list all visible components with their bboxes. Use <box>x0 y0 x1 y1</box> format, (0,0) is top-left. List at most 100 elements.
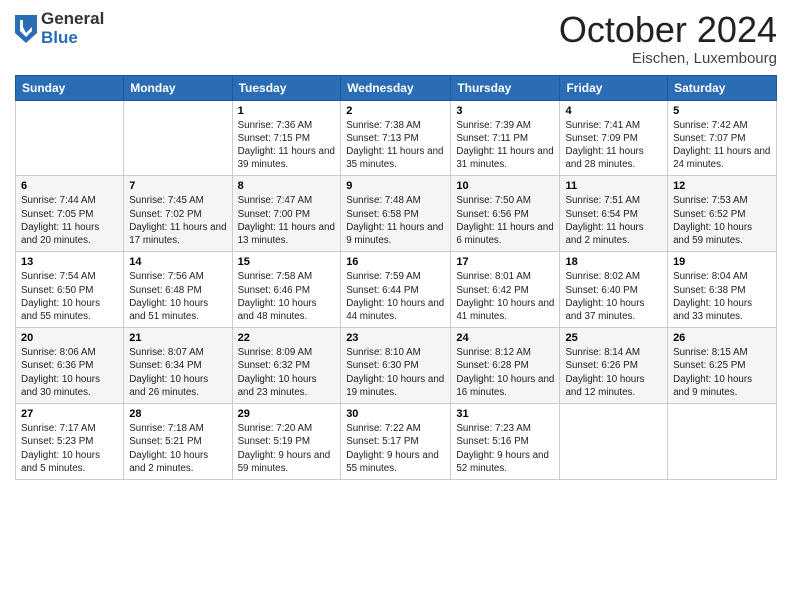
table-cell: 28Sunrise: 7:18 AMSunset: 5:21 PMDayligh… <box>124 404 232 480</box>
table-cell: 23Sunrise: 8:10 AMSunset: 6:30 PMDayligh… <box>341 328 451 404</box>
day-info: Sunrise: 7:50 AMSunset: 6:56 PMDaylight:… <box>456 194 554 247</box>
day-number: 3 <box>456 105 554 117</box>
day-info: Sunrise: 8:09 AMSunset: 6:32 PMDaylight:… <box>238 346 336 399</box>
day-info: Sunrise: 7:54 AMSunset: 6:50 PMDaylight:… <box>21 270 118 323</box>
day-number: 25 <box>565 332 662 344</box>
day-info: Sunrise: 8:14 AMSunset: 6:26 PMDaylight:… <box>565 346 662 399</box>
table-cell: 11Sunrise: 7:51 AMSunset: 6:54 PMDayligh… <box>560 176 668 252</box>
day-info: Sunrise: 7:36 AMSunset: 7:15 PMDaylight:… <box>238 119 336 172</box>
day-info: Sunrise: 7:22 AMSunset: 5:17 PMDaylight:… <box>346 422 445 475</box>
table-cell: 21 Sunrise: 8:07 AMSunset: 6:34 PMDayligh… <box>124 328 232 404</box>
day-number: 18 <box>565 256 662 268</box>
header: General Blue October 2024 Eischen, Luxem… <box>15 10 777 67</box>
day-number: 26 <box>673 332 771 344</box>
day-info: Sunrise: 7:47 AMSunset: 7:00 PMDaylight:… <box>238 194 336 247</box>
calendar-header-row: Sunday Monday Tuesday Wednesday Thursday… <box>16 75 777 100</box>
table-cell: 31Sunrise: 7:23 AMSunset: 5:16 PMDayligh… <box>451 404 560 480</box>
table-cell: 22 Sunrise: 8:09 AMSunset: 6:32 PMDayligh… <box>232 328 341 404</box>
col-wednesday: Wednesday <box>341 75 451 100</box>
day-info: Sunrise: 7:42 AMSunset: 7:07 PMDaylight:… <box>673 119 771 172</box>
table-cell <box>124 100 232 176</box>
day-number: 16 <box>346 256 445 268</box>
day-info: Sunrise: 7:39 AMSunset: 7:11 PMDaylight:… <box>456 119 554 172</box>
table-cell: 24Sunrise: 8:12 AMSunset: 6:28 PMDayligh… <box>451 328 560 404</box>
col-tuesday: Tuesday <box>232 75 341 100</box>
day-number: 29 <box>238 408 336 420</box>
calendar-week-1: 6Sunrise: 7:44 AMSunset: 7:05 PMDaylight… <box>16 176 777 252</box>
day-number: 30 <box>346 408 445 420</box>
day-number: 5 <box>673 105 771 117</box>
day-info: Sunrise: 7:17 AMSunset: 5:23 PMDaylight:… <box>21 422 118 475</box>
table-cell: 3 Sunrise: 7:39 AMSunset: 7:11 PMDaylight… <box>451 100 560 176</box>
logo-text: General Blue <box>41 10 104 47</box>
table-cell: 26 Sunrise: 8:15 AMSunset: 6:25 PMDayligh… <box>668 328 777 404</box>
day-info: Sunrise: 8:15 AMSunset: 6:25 PMDaylight:… <box>673 346 771 399</box>
table-cell: 30 Sunrise: 7:22 AMSunset: 5:17 PMDayligh… <box>341 404 451 480</box>
table-cell: 4 Sunrise: 7:41 AMSunset: 7:09 PMDaylight… <box>560 100 668 176</box>
day-info: Sunrise: 7:56 AMSunset: 6:48 PMDaylight:… <box>129 270 226 323</box>
table-cell: 8 Sunrise: 7:47 AMSunset: 7:00 PMDaylight… <box>232 176 341 252</box>
day-number: 10 <box>456 180 554 192</box>
day-info: Sunrise: 8:10 AMSunset: 6:30 PMDaylight:… <box>346 346 445 399</box>
table-cell: 12 Sunrise: 7:53 AMSunset: 6:52 PMDayligh… <box>668 176 777 252</box>
day-info: Sunrise: 7:51 AMSunset: 6:54 PMDaylight:… <box>565 194 662 247</box>
table-cell: 27 Sunrise: 7:17 AMSunset: 5:23 PMDayligh… <box>16 404 124 480</box>
day-info: Sunrise: 7:59 AMSunset: 6:44 PMDaylight:… <box>346 270 445 323</box>
day-number: 21 <box>129 332 226 344</box>
day-info: Sunrise: 8:07 AMSunset: 6:34 PMDaylight:… <box>129 346 226 399</box>
table-cell <box>668 404 777 480</box>
day-info: Sunrise: 7:48 AMSunset: 6:58 PMDaylight:… <box>346 194 445 247</box>
day-info: Sunrise: 7:53 AMSunset: 6:52 PMDaylight:… <box>673 194 771 247</box>
table-cell: 9 Sunrise: 7:48 AMSunset: 6:58 PMDaylight… <box>341 176 451 252</box>
day-number: 22 <box>238 332 336 344</box>
day-number: 8 <box>238 180 336 192</box>
day-info: Sunrise: 8:04 AMSunset: 6:38 PMDaylight:… <box>673 270 771 323</box>
table-cell: 20 Sunrise: 8:06 AMSunset: 6:36 PMDayligh… <box>16 328 124 404</box>
table-cell: 25 Sunrise: 8:14 AMSunset: 6:26 PMDayligh… <box>560 328 668 404</box>
day-info: Sunrise: 7:23 AMSunset: 5:16 PMDaylight:… <box>456 422 554 475</box>
table-cell: 1 Sunrise: 7:36 AMSunset: 7:15 PMDaylight… <box>232 100 341 176</box>
col-saturday: Saturday <box>668 75 777 100</box>
day-number: 27 <box>21 408 118 420</box>
day-number: 9 <box>346 180 445 192</box>
col-thursday: Thursday <box>451 75 560 100</box>
page: General Blue October 2024 Eischen, Luxem… <box>0 0 792 612</box>
title-block: October 2024 Eischen, Luxembourg <box>559 10 777 67</box>
day-number: 7 <box>129 180 226 192</box>
calendar-week-0: 1 Sunrise: 7:36 AMSunset: 7:15 PMDaylight… <box>16 100 777 176</box>
table-cell: 2Sunrise: 7:38 AMSunset: 7:13 PMDaylight… <box>341 100 451 176</box>
day-number: 14 <box>129 256 226 268</box>
table-cell: 6Sunrise: 7:44 AMSunset: 7:05 PMDaylight… <box>16 176 124 252</box>
col-monday: Monday <box>124 75 232 100</box>
day-info: Sunrise: 7:41 AMSunset: 7:09 PMDaylight:… <box>565 119 662 172</box>
day-info: Sunrise: 8:06 AMSunset: 6:36 PMDaylight:… <box>21 346 118 399</box>
month-title: October 2024 <box>559 10 777 50</box>
col-sunday: Sunday <box>16 75 124 100</box>
calendar-week-4: 27 Sunrise: 7:17 AMSunset: 5:23 PMDayligh… <box>16 404 777 480</box>
table-cell: 14 Sunrise: 7:56 AMSunset: 6:48 PMDayligh… <box>124 252 232 328</box>
logo-general-text: General <box>41 10 104 29</box>
table-cell: 29 Sunrise: 7:20 AMSunset: 5:19 PMDayligh… <box>232 404 341 480</box>
day-info: Sunrise: 7:58 AMSunset: 6:46 PMDaylight:… <box>238 270 336 323</box>
table-cell: 10 Sunrise: 7:50 AMSunset: 6:56 PMDayligh… <box>451 176 560 252</box>
day-number: 1 <box>238 105 336 117</box>
day-info: Sunrise: 7:20 AMSunset: 5:19 PMDaylight:… <box>238 422 336 475</box>
day-number: 12 <box>673 180 771 192</box>
table-cell: 16 Sunrise: 7:59 AMSunset: 6:44 PMDayligh… <box>341 252 451 328</box>
table-cell: 13 Sunrise: 7:54 AMSunset: 6:50 PMDayligh… <box>16 252 124 328</box>
day-info: Sunrise: 7:45 AMSunset: 7:02 PMDaylight:… <box>129 194 226 247</box>
day-number: 4 <box>565 105 662 117</box>
table-cell: 7 Sunrise: 7:45 AMSunset: 7:02 PMDaylight… <box>124 176 232 252</box>
day-info: Sunrise: 7:38 AMSunset: 7:13 PMDaylight:… <box>346 119 445 172</box>
table-cell <box>16 100 124 176</box>
day-info: Sunrise: 8:01 AMSunset: 6:42 PMDaylight:… <box>456 270 554 323</box>
calendar-week-2: 13 Sunrise: 7:54 AMSunset: 6:50 PMDayligh… <box>16 252 777 328</box>
calendar-week-3: 20 Sunrise: 8:06 AMSunset: 6:36 PMDayligh… <box>16 328 777 404</box>
day-number: 13 <box>21 256 118 268</box>
day-number: 20 <box>21 332 118 344</box>
col-friday: Friday <box>560 75 668 100</box>
location: Eischen, Luxembourg <box>559 50 777 67</box>
day-info: Sunrise: 8:02 AMSunset: 6:40 PMDaylight:… <box>565 270 662 323</box>
table-cell: 15Sunrise: 7:58 AMSunset: 6:46 PMDayligh… <box>232 252 341 328</box>
table-cell <box>560 404 668 480</box>
